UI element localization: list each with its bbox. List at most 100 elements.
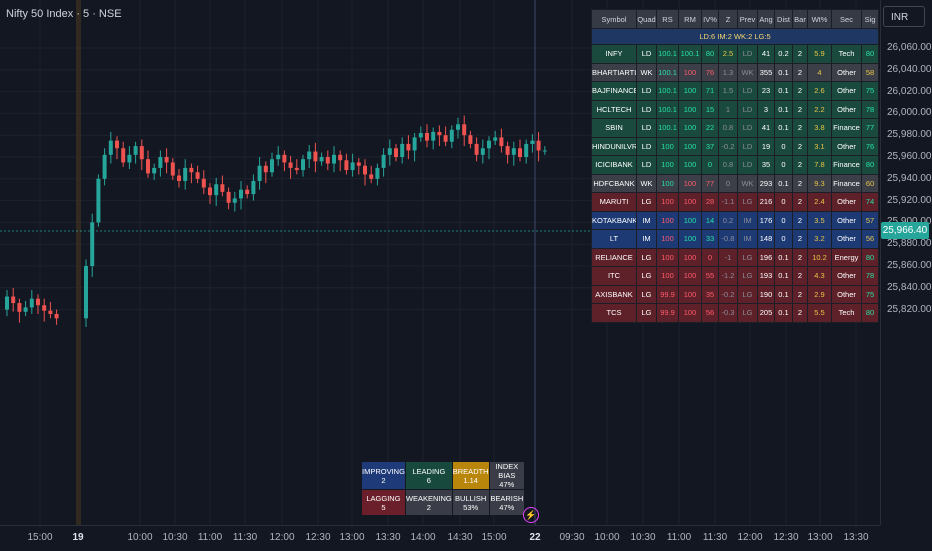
column-header[interactable]: Ang xyxy=(757,9,775,29)
cell-wt: 2.2 xyxy=(807,99,832,119)
cell-prev: LD xyxy=(737,99,758,119)
cell-iv: 0 xyxy=(701,247,719,267)
cell-dist: 0.1 xyxy=(774,303,793,323)
column-header[interactable]: RM xyxy=(678,9,702,29)
table-row[interactable]: ICICIBANK LD 100 100 0 0.8 LD 35 0 2 7.8 Finance 80 xyxy=(591,155,879,175)
cell-dist: 0.1 xyxy=(774,173,793,193)
cell-iv: 71 xyxy=(701,81,719,101)
column-header[interactable]: Sec xyxy=(831,9,862,29)
table-row[interactable]: TCS LG 99.9 100 56 -0.3 LG 205 0.1 2 5.5 Tech 80 xyxy=(591,303,879,323)
time-tick-label: 22 xyxy=(529,532,541,543)
cell-sig: 75 xyxy=(861,284,879,304)
column-header[interactable]: Wt% xyxy=(807,9,832,29)
table-row[interactable]: AXISBANK LG 99.9 100 35 -0.2 LG 190 0.1 2 2.9 Other… xyxy=(591,284,879,304)
cell-quad: IM xyxy=(636,210,657,230)
cell-quad: WK xyxy=(636,62,657,82)
table-row[interactable]: BAJFINANCE LD 100.1 100 71 1.5 LD 23 0.1 2 2.6 Othe… xyxy=(591,81,879,101)
column-header[interactable]: RS xyxy=(656,9,679,29)
cell-rm: 100 xyxy=(678,284,702,304)
table-row[interactable]: SBIN LD 100.1 100 22 0.8 LD 41 0.1 2 3.8 Finance 77 xyxy=(591,118,879,138)
cell-z: 1.3 xyxy=(718,62,738,82)
stat-value: 2 xyxy=(381,475,386,485)
cell-prev: LD xyxy=(737,118,758,138)
cell-sec: Other xyxy=(831,81,862,101)
cell-z: 0.8 xyxy=(718,155,738,175)
cell-z: 2.5 xyxy=(718,44,738,64)
cell-sec: Other xyxy=(831,136,862,156)
cell-ang: 41 xyxy=(757,44,775,64)
table-row[interactable]: INFY LD 100.1 100.1 80 2.5 LD 41 0.2 2 5.9 Tech 80 xyxy=(591,44,879,64)
candle-body xyxy=(11,296,16,304)
cell-ang: 205 xyxy=(757,303,775,323)
table-row[interactable]: RELIANCE LG 100 100 0 -1 LG 196 0.1 2 10.2 Energy 80 xyxy=(591,247,879,267)
cell-iv: 28 xyxy=(701,192,719,212)
cell-bar: 2 xyxy=(792,44,808,64)
candle-body xyxy=(319,157,324,162)
candle-body xyxy=(363,165,367,175)
cell-rs: 100 xyxy=(656,136,679,156)
time-tick-label: 10:30 xyxy=(630,532,656,543)
column-header[interactable]: IV% xyxy=(701,9,719,29)
cell-ang: 216 xyxy=(757,192,775,212)
price-tick-label: 25,920.00 xyxy=(887,194,932,206)
candle-body xyxy=(54,313,59,319)
table-row[interactable]: HCLTECH LD 100.1 100 15 1 LD 3 0.1 2 2.2 Other 78 xyxy=(591,99,879,119)
cell-sec: Other xyxy=(831,210,862,230)
cell-rm: 100 xyxy=(678,118,702,138)
cell-dist: 0.1 xyxy=(774,81,793,101)
cell-wt: 4 xyxy=(807,62,832,82)
cell-symbol: LT xyxy=(591,229,637,249)
column-header[interactable]: Quad xyxy=(636,9,657,29)
cell-iv: 80 xyxy=(701,44,719,64)
cell-quad: LD xyxy=(636,136,657,156)
currency-button[interactable]: INR xyxy=(883,6,925,27)
cell-quad: LG xyxy=(636,284,657,304)
table-row[interactable]: KOTAKBANK IM 100 100 14 0.2 IM 176 0 2 3.5 Other 57 xyxy=(591,210,879,230)
lightning-icon[interactable]: ⚡ xyxy=(523,507,539,523)
cell-sig: 74 xyxy=(861,192,879,212)
candle-body xyxy=(505,146,510,155)
cell-symbol: TCS xyxy=(591,303,637,323)
cell-symbol: ITC xyxy=(591,266,637,286)
cell-bar: 2 xyxy=(792,155,808,175)
stat-improving: IMPROVING 2 xyxy=(362,462,405,489)
candle-body xyxy=(23,307,28,312)
price-tick-label: 25,840.00 xyxy=(887,281,932,293)
candle-body xyxy=(251,180,256,195)
candle-body xyxy=(232,198,237,203)
table-row[interactable]: ITC LG 100 100 55 -1.2 LG 193 0.1 2 4.3 Other 78 xyxy=(591,266,879,286)
cell-dist: 0.1 xyxy=(774,99,793,119)
cell-z: -0.3 xyxy=(718,303,738,323)
cell-sec: Other xyxy=(831,99,862,119)
cell-rs: 100.1 xyxy=(656,118,679,138)
table-row[interactable]: BHARTIARTL WK 100.1 100 76 1.3 WK 355 0.1 2 4 Other… xyxy=(591,62,879,82)
table-row[interactable]: LT IM 100 100 33 -0.8 IM 148 0 2 3.2 Other 56 xyxy=(591,229,879,249)
candle-body xyxy=(276,154,281,160)
cell-rm: 100.1 xyxy=(678,44,702,64)
candle-body xyxy=(36,298,40,306)
table-row[interactable]: MARUTI LG 100 100 28 -1.1 LG 216 0 2 2.4 Other 74 xyxy=(591,192,879,212)
time-axis[interactable]: 15:00 19 10:00 10:30 11:00 11:30 12:00 12:30 13:… xyxy=(0,525,880,551)
table-row[interactable]: HINDUNILVR LD 100 100 37 -0.2 LD 19 0 2 3.1 Other 76 xyxy=(591,136,879,156)
cell-symbol: HDFCBANK xyxy=(591,173,637,193)
cell-rs: 100.1 xyxy=(656,44,679,64)
cell-ang: 176 xyxy=(757,210,775,230)
cell-iv: 14 xyxy=(701,210,719,230)
stat-value: 6 xyxy=(426,475,431,485)
column-header[interactable]: Z xyxy=(718,9,738,29)
cell-wt: 2.6 xyxy=(807,81,832,101)
column-header[interactable]: Prev xyxy=(737,9,758,29)
column-header[interactable]: Sig xyxy=(861,9,879,29)
cell-dist: 0 xyxy=(774,210,793,230)
cell-wt: 3.2 xyxy=(807,229,832,249)
cell-prev: LG xyxy=(737,303,758,323)
table-row[interactable]: HDFCBANK WK 100 100 77 0 WK 293 0.1 2 9.3 Finance 60 xyxy=(591,173,879,193)
column-header[interactable]: Dist xyxy=(774,9,793,29)
column-header[interactable]: Symbol xyxy=(591,9,637,29)
candle-body xyxy=(375,167,380,179)
cell-iv: 55 xyxy=(701,266,719,286)
candle-body xyxy=(195,172,200,179)
price-axis[interactable]: 26,060.00 26,040.00 26,020.00 26,000.00 25,9… xyxy=(880,0,932,525)
column-header[interactable]: Bar xyxy=(792,9,808,29)
quadrant-stats-panel: IMPROVING 2 LEADING 6 BREADTH 1.14 INDEX BIAS 4… xyxy=(362,462,524,515)
